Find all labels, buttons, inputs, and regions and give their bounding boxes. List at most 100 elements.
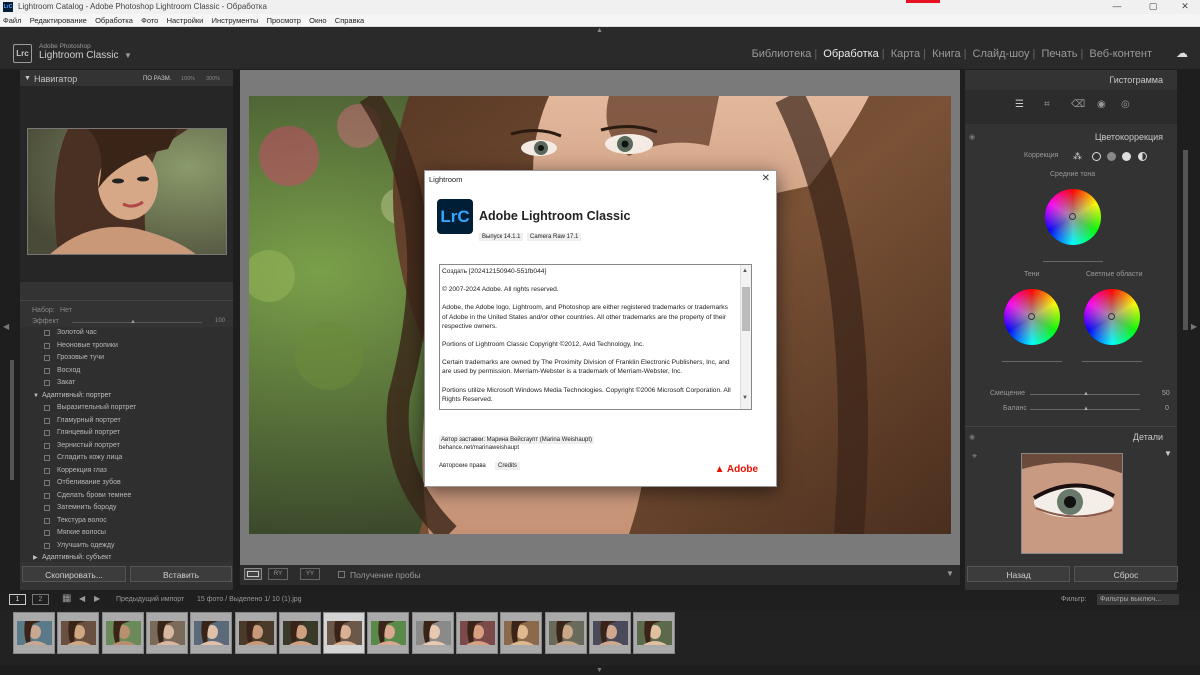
filmstrip-thumbnail[interactable] [190,612,233,654]
bottom-collapse-icon[interactable]: ▼ [596,667,603,674]
minimize-button[interactable]: — [1104,0,1130,12]
highlights-mode-icon[interactable] [1122,152,1131,161]
collapsed-icon[interactable]: ▶ [33,552,38,562]
preset-item[interactable]: Глянцевый портрет [20,427,233,440]
preset-item[interactable]: Гламурный портрет [20,415,233,428]
preset-item[interactable]: Закат [20,377,233,390]
three-way-icon[interactable]: ⁂ [1073,151,1082,162]
crop-icon[interactable]: ⌗ [1044,99,1050,110]
splash-link[interactable]: behance.net/marinaweishaupt [439,445,519,451]
preset-group[interactable]: ▼ Адаптивный: портрет [20,390,233,403]
filmstrip-thumbnail[interactable] [323,612,366,654]
highlights-wheel[interactable] [1084,289,1140,345]
menu-develop[interactable]: Обработка [92,14,136,25]
shadows-wheel[interactable] [1004,289,1060,345]
colorgrade-header[interactable]: Цветокоррекция [965,130,1177,144]
blend-handle[interactable]: ▲ [1083,391,1089,397]
second-window-button[interactable]: 2 [32,594,49,605]
navigator-header[interactable]: ▼ Навигатор ПО РАЗМ. 100% 300% [20,72,233,86]
module-map[interactable]: Карта [888,48,923,60]
preset-item[interactable]: Золотой час [20,327,233,340]
highlights-lum-slider[interactable] [1082,361,1142,362]
left-collapse-icon[interactable]: ◀ [3,322,9,331]
menu-help[interactable]: Справка [332,14,367,25]
count-label[interactable]: 15 фото / Выделено 1/ 10 (1).jpg [197,596,302,603]
close-window-button[interactable]: ✕ [1172,0,1198,12]
detail-eye-icon[interactable]: ◉ [969,433,975,441]
filmstrip-thumbnail[interactable] [13,612,55,654]
preset-item[interactable]: Грозовые тучи [20,352,233,365]
collapse-top-icon[interactable]: ▲ [596,27,603,34]
menu-window[interactable]: Окно [306,14,329,25]
menu-edit[interactable]: Редактирование [27,14,90,25]
loupe-view-button[interactable] [244,568,262,580]
shadows-lum-slider[interactable] [1002,361,1062,362]
right-scroll-strip[interactable] [1183,150,1188,330]
heal-icon[interactable]: ⌫ [1071,99,1085,110]
module-web[interactable]: Веб-контент [1086,48,1155,60]
module-library[interactable]: Библиотека [749,48,815,60]
toolbar-menu-icon[interactable]: ▼ [946,569,954,578]
filmstrip-thumbnail[interactable] [101,612,144,654]
source-label[interactable]: Предыдущий импорт [116,596,184,603]
filmstrip-thumbnail[interactable] [544,612,587,654]
effect-slider-track[interactable] [72,322,202,323]
edit-icon[interactable]: ☰ [1015,99,1024,110]
filmstrip-thumbnail[interactable] [234,612,277,654]
copyright-link[interactable]: Авторские права [439,463,486,469]
scroll-down-icon[interactable]: ▼ [742,394,748,403]
filmstrip-thumbnail[interactable] [145,612,188,654]
previous-button[interactable]: Назад [967,566,1070,582]
detail-header[interactable]: Детали [965,430,1177,444]
filmstrip-thumbnail[interactable] [588,612,631,654]
shadows-mode-icon[interactable] [1092,152,1101,161]
menu-settings[interactable]: Настройки [164,14,207,25]
module-develop[interactable]: Обработка [820,48,881,60]
preset-item[interactable]: Отбеливание зубов [20,477,233,490]
reset-button[interactable]: Сброс [1074,566,1178,582]
grid-icon[interactable]: ▦ [62,593,71,604]
expanded-icon[interactable]: ▼ [33,390,39,403]
effect-slider-handle[interactable]: ▲ [130,319,136,325]
filter-dropdown[interactable]: Фильтры выключ... [1097,594,1179,605]
paste-settings-button[interactable]: Вставить [130,566,232,582]
target-icon[interactable]: ⌖ [972,451,977,462]
preset-item[interactable]: Мягкие волосы [20,527,233,540]
identity-dropdown-icon[interactable]: ▼ [124,51,132,60]
preset-item[interactable]: Текстура волос [20,515,233,528]
filmstrip-thumbnail[interactable] [456,612,498,654]
balance-handle[interactable]: ▲ [1083,406,1089,412]
midtones-mode-icon[interactable] [1107,152,1116,161]
zoom-fit[interactable]: ПО РАЗМ. [143,72,171,86]
filmstrip-thumbnail[interactable] [57,612,100,654]
filmstrip-thumbnail[interactable] [500,612,543,654]
main-window-button[interactable]: 1 [9,594,26,605]
filmstrip-thumbnail[interactable] [411,612,454,654]
menu-photo[interactable]: Фото [138,14,161,25]
credits-link[interactable]: Credits [495,462,521,470]
preset-item[interactable]: Зернистый портрет [20,440,233,453]
before-after-split-button[interactable]: YY [300,568,320,580]
preset-item[interactable]: Сгладить кожу лица [20,452,233,465]
copy-settings-button[interactable]: Скопировать... [22,566,126,582]
legal-textbox[interactable]: Создать [202412150940-551fb044] © 2007-2… [439,264,752,410]
filmstrip-thumbnail[interactable] [633,612,676,654]
mask-icon[interactable]: ◎ [1121,99,1130,110]
preset-set-value[interactable]: Нет [60,307,72,314]
detail-dropdown-icon[interactable]: ▼ [1164,449,1172,458]
preset-item[interactable]: Коррекция глаз [20,465,233,478]
preset-item[interactable]: Восход [20,365,233,378]
scroll-thumb[interactable] [742,287,750,331]
before-after-button[interactable]: RY [268,568,288,580]
right-collapse-icon[interactable]: ▶ [1191,322,1197,331]
navigator-preview[interactable] [27,128,227,255]
detail-zoom-preview[interactable] [1021,453,1123,554]
cloud-icon[interactable]: ☁ [1176,46,1188,60]
module-book[interactable]: Книга [929,48,964,60]
midtones-lum-slider[interactable] [1043,261,1103,262]
menu-tools[interactable]: Инструменты [209,14,262,25]
preset-group[interactable]: ▶ Адаптивный: субъект [20,552,233,562]
preset-item[interactable]: Затемнить бороду [20,502,233,515]
global-mode-icon[interactable] [1138,152,1147,161]
eye-icon[interactable]: ◉ [969,133,975,141]
